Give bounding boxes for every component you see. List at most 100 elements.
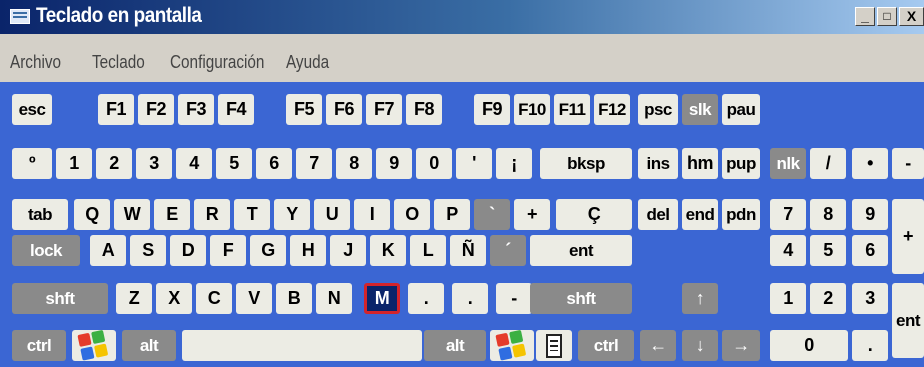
menu-archivo[interactable]: Archivo: [10, 52, 61, 73]
windows-key[interactable]: [490, 330, 534, 361]
key-z[interactable]: Z: [116, 283, 152, 314]
key-shft[interactable]: shft: [530, 283, 632, 314]
key-ctrl[interactable]: ctrl: [578, 330, 634, 361]
key-7[interactable]: 7: [296, 148, 332, 179]
key-x[interactable]: X: [156, 283, 192, 314]
key-6[interactable]: 6: [256, 148, 292, 179]
key-f[interactable]: F: [210, 235, 246, 266]
key-sym-row6-12[interactable]: .: [852, 330, 888, 361]
key-4[interactable]: 4: [176, 148, 212, 179]
key-2[interactable]: 2: [810, 283, 846, 314]
key-sym-row2-0[interactable]: º: [12, 148, 52, 179]
spacebar-key[interactable]: [182, 330, 422, 361]
key-sym-row2-20[interactable]: -: [892, 148, 924, 179]
key-5[interactable]: 5: [810, 235, 846, 266]
key-sym-row6-10[interactable]: →: [722, 330, 760, 361]
title-bar[interactable]: Teclado en pantalla _ □ X: [0, 0, 924, 34]
key-alt[interactable]: alt: [122, 330, 176, 361]
key-o[interactable]: O: [394, 199, 430, 230]
key-h[interactable]: H: [290, 235, 326, 266]
key-f9[interactable]: F9: [474, 94, 510, 125]
key-ent[interactable]: ent: [530, 235, 632, 266]
key-1[interactable]: 1: [56, 148, 92, 179]
key-bksp[interactable]: bksp: [540, 148, 632, 179]
minimize-button[interactable]: _: [855, 7, 875, 26]
key-f11[interactable]: F11: [554, 94, 590, 125]
key-c[interactable]: C: [196, 283, 232, 314]
key-d[interactable]: D: [170, 235, 206, 266]
key-sym-row3-12[interactable]: +: [514, 199, 550, 230]
key-pdn[interactable]: pdn: [722, 199, 760, 230]
key-sym-row2-11[interactable]: ': [456, 148, 492, 179]
key-del[interactable]: del: [638, 199, 678, 230]
key-3[interactable]: 3: [852, 283, 888, 314]
key-y[interactable]: Y: [274, 199, 310, 230]
key-4[interactable]: 4: [770, 235, 806, 266]
key-p[interactable]: P: [434, 199, 470, 230]
key-2[interactable]: 2: [96, 148, 132, 179]
key-f8[interactable]: F8: [406, 94, 442, 125]
key-q[interactable]: Q: [74, 199, 110, 230]
key-ctrl[interactable]: ctrl: [12, 330, 66, 361]
key-w[interactable]: W: [114, 199, 150, 230]
key-esc[interactable]: esc: [12, 94, 52, 125]
key-3[interactable]: 3: [136, 148, 172, 179]
key-sym-row5-9[interactable]: .: [452, 283, 488, 314]
key-j[interactable]: J: [330, 235, 366, 266]
key-sym-row3-13[interactable]: Ç: [556, 199, 632, 230]
key-sym-row2-12[interactable]: ¡: [496, 148, 532, 179]
key-hm[interactable]: hm: [682, 148, 718, 179]
key-sym-row4-10[interactable]: Ñ: [450, 235, 486, 266]
windows-key[interactable]: [72, 330, 116, 361]
menu-teclado[interactable]: Teclado: [92, 52, 145, 73]
key-9[interactable]: 9: [852, 199, 888, 230]
key-sym-row6-8[interactable]: ←: [640, 330, 676, 361]
key-psc[interactable]: psc: [638, 94, 678, 125]
key-5[interactable]: 5: [216, 148, 252, 179]
key-alt[interactable]: alt: [424, 330, 486, 361]
key-a[interactable]: A: [90, 235, 126, 266]
key-v[interactable]: V: [236, 283, 272, 314]
key-f2[interactable]: F2: [138, 94, 174, 125]
key-n[interactable]: N: [316, 283, 352, 314]
key-end[interactable]: end: [682, 199, 718, 230]
key-tab[interactable]: tab: [12, 199, 68, 230]
key-i[interactable]: I: [354, 199, 390, 230]
key-sym-row4-11[interactable]: ´: [490, 235, 526, 266]
menu-ayuda[interactable]: Ayuda: [286, 52, 329, 73]
key-f7[interactable]: F7: [366, 94, 402, 125]
key-l[interactable]: L: [410, 235, 446, 266]
key-f5[interactable]: F5: [286, 94, 322, 125]
key-f4[interactable]: F4: [218, 94, 254, 125]
key-lock[interactable]: lock: [12, 235, 80, 266]
key-ins[interactable]: ins: [638, 148, 678, 179]
key-sym-row2-19[interactable]: •: [852, 148, 888, 179]
key-u[interactable]: U: [314, 199, 350, 230]
maximize-button[interactable]: □: [877, 7, 897, 26]
key-ent[interactable]: ent: [892, 283, 924, 358]
key-s[interactable]: S: [130, 235, 166, 266]
key-pau[interactable]: pau: [722, 94, 760, 125]
key-0[interactable]: 0: [416, 148, 452, 179]
key-nlk[interactable]: nlk: [770, 148, 806, 179]
key-sym-row5-12[interactable]: ↑: [682, 283, 718, 314]
key-r[interactable]: R: [194, 199, 230, 230]
key-8[interactable]: 8: [810, 199, 846, 230]
key-sym-row3-11[interactable]: `: [474, 199, 510, 230]
close-button[interactable]: X: [899, 7, 924, 26]
key-sym-row2-18[interactable]: /: [810, 148, 846, 179]
key-sym-row6-9[interactable]: ↓: [682, 330, 718, 361]
key-sym-row3-20[interactable]: +: [892, 199, 924, 274]
key-1[interactable]: 1: [770, 283, 806, 314]
key-7[interactable]: 7: [770, 199, 806, 230]
key-k[interactable]: K: [370, 235, 406, 266]
key-m[interactable]: M: [364, 283, 400, 314]
key-g[interactable]: G: [250, 235, 286, 266]
key-t[interactable]: T: [234, 199, 270, 230]
key-f3[interactable]: F3: [178, 94, 214, 125]
key-sym-row5-8[interactable]: .: [408, 283, 444, 314]
menu-configuracion[interactable]: Configuración: [170, 52, 264, 73]
key-slk[interactable]: slk: [682, 94, 718, 125]
key-pup[interactable]: pup: [722, 148, 760, 179]
key-shft[interactable]: shft: [12, 283, 108, 314]
